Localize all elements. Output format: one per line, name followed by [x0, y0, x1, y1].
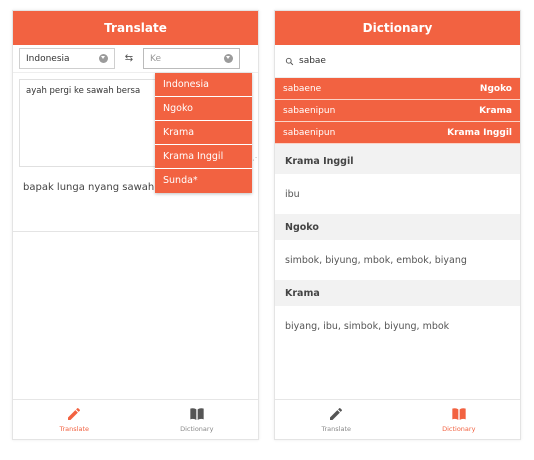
- nav-translate[interactable]: Translate: [275, 400, 398, 439]
- section-heading-ngoko: Ngoko: [275, 214, 520, 240]
- dropdown-option-ngoko[interactable]: Ngoko: [155, 97, 252, 121]
- nav-dictionary[interactable]: Dictionary: [398, 400, 521, 439]
- nav-translate[interactable]: Translate: [13, 400, 136, 439]
- book-icon: [452, 408, 466, 420]
- nav-translate-label: Translate: [59, 425, 89, 433]
- section-heading-krama-inggil: Krama Inggil: [275, 148, 520, 174]
- pencil-icon: [68, 407, 81, 420]
- suggestion-tag: Krama Inggil: [447, 127, 512, 138]
- suggestion-word: sabaene: [283, 83, 322, 94]
- section-body-krama-inggil: ibu: [285, 188, 300, 200]
- dropdown-arrow-icon: [99, 54, 108, 63]
- section-body-ngoko: simbok, biyung, mbok, embok, biyang: [285, 254, 467, 266]
- translate-screen: Translate Indonesia ⇆ Ke ayah pergi ke s…: [12, 10, 259, 440]
- nav-translate-label: Translate: [321, 425, 351, 433]
- resize-handle-icon[interactable]: ⋰: [252, 153, 258, 162]
- divider: [13, 231, 258, 232]
- book-icon: [190, 408, 204, 420]
- target-language-select[interactable]: Ke: [143, 48, 240, 69]
- suggestion-list: sabaene Ngoko sabaenipun Krama sabaenipu…: [275, 78, 520, 144]
- suggestion-item[interactable]: sabaene Ngoko: [275, 78, 520, 100]
- dictionary-app-bar: Dictionary: [275, 11, 520, 45]
- nav-dictionary[interactable]: Dictionary: [136, 400, 259, 439]
- nav-dictionary-label: Dictionary: [180, 425, 214, 433]
- source-language-value: Indonesia: [26, 53, 70, 64]
- source-language-select[interactable]: Indonesia: [19, 48, 115, 69]
- bottom-navigation: Translate Dictionary: [13, 399, 258, 439]
- section-body-krama: biyang, ibu, simbok, biyung, mbok: [285, 320, 450, 332]
- dropdown-arrow-icon: [224, 54, 233, 63]
- search-icon: [285, 57, 294, 65]
- source-text-value: ayah pergi ke sawah bersa: [26, 86, 141, 96]
- suggestion-word: sabaenipun: [283, 105, 336, 116]
- target-language-dropdown: Indonesia Ngoko Krama Krama Inggil Sunda…: [155, 73, 252, 193]
- dictionary-screen: Dictionary sabae sabaene Ngoko sabaenipu…: [274, 10, 521, 440]
- dictionary-search-input[interactable]: sabae: [275, 45, 520, 78]
- target-language-placeholder: Ke: [150, 53, 161, 64]
- nav-dictionary-label: Dictionary: [442, 425, 476, 433]
- dropdown-option-indonesia[interactable]: Indonesia: [155, 73, 252, 97]
- section-heading-krama: Krama: [275, 280, 520, 306]
- suggestion-word: sabaenipun: [283, 127, 336, 138]
- search-value: sabae: [299, 56, 326, 66]
- suggestion-tag: Krama: [479, 105, 512, 116]
- language-selector-row: Indonesia ⇆ Ke: [13, 45, 258, 73]
- dropdown-option-krama[interactable]: Krama: [155, 121, 252, 145]
- dropdown-option-krama-inggil[interactable]: Krama Inggil: [155, 145, 252, 169]
- translate-app-bar: Translate: [13, 11, 258, 45]
- dropdown-option-sunda[interactable]: Sunda*: [155, 169, 252, 193]
- suggestion-tag: Ngoko: [479, 83, 512, 94]
- pencil-icon: [330, 407, 343, 420]
- swap-languages-icon[interactable]: ⇆: [115, 53, 143, 64]
- suggestion-item[interactable]: sabaenipun Krama: [275, 100, 520, 122]
- bottom-navigation: Translate Dictionary: [275, 399, 520, 439]
- suggestion-item[interactable]: sabaenipun Krama Inggil: [275, 122, 520, 144]
